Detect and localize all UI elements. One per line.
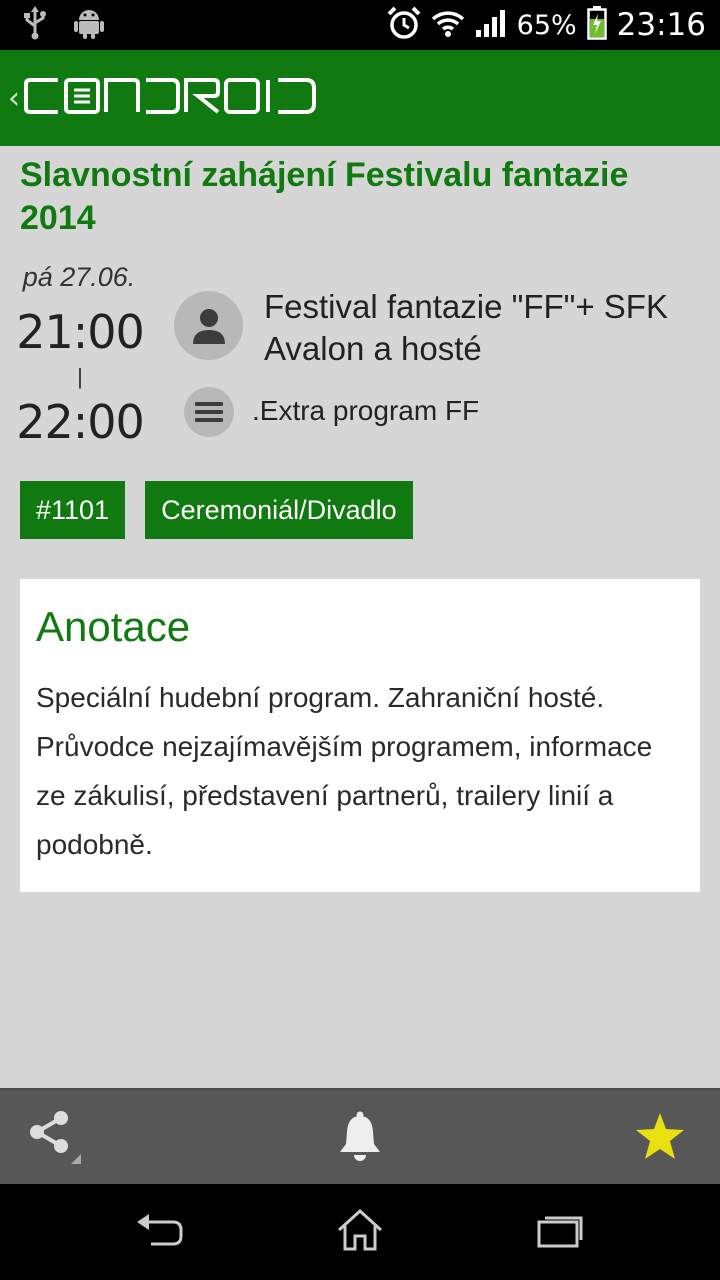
up-caret-icon[interactable]: ‹ — [8, 81, 20, 116]
star-icon — [635, 1112, 685, 1165]
back-icon — [135, 1212, 185, 1253]
signal-icon — [475, 8, 507, 43]
annotation-card: Anotace Speciální hudební program. Zahra… — [20, 579, 700, 892]
tag-id: #1101 — [20, 481, 126, 539]
action-bar[interactable]: ‹ — [0, 50, 720, 146]
recents-button[interactable] — [500, 1184, 620, 1280]
battery-percent: 65% — [516, 9, 577, 41]
annotation-title: Anotace — [36, 603, 191, 650]
battery-charging-icon — [586, 5, 607, 45]
alarm-icon — [387, 6, 421, 45]
clock: 23:16 — [616, 7, 706, 43]
event-tags: #1101 Ceremoniál/Divadlo — [20, 481, 413, 539]
annotation-text: Speciální hudební program. Zahraniční ho… — [36, 682, 653, 860]
event-program: .Extra program FF — [252, 395, 480, 426]
time-separator: | — [77, 364, 83, 389]
list-icon — [184, 387, 234, 437]
wifi-icon — [431, 8, 465, 43]
android-icon — [74, 7, 104, 44]
event-author: Festival fantazie "FF"+ SFK Avalon a hos… — [264, 288, 668, 367]
back-button[interactable] — [100, 1184, 220, 1280]
event-day: pá 27.06. — [22, 262, 136, 292]
event-title: Slavnostní zahájení Festivalu fantazie 2… — [20, 156, 629, 237]
home-button[interactable] — [300, 1184, 420, 1280]
home-icon — [335, 1208, 385, 1257]
reminder-button[interactable] — [305, 1090, 415, 1186]
bottom-action-bar — [0, 1088, 720, 1184]
event-time: pá 27.06. 21:00 | 22:00 — [16, 262, 150, 449]
bell-icon — [336, 1110, 384, 1167]
app-logo[interactable] — [22, 76, 322, 121]
status-bar: 65% 23:16 — [0, 0, 720, 50]
event-time-start: 21:00 — [16, 305, 145, 359]
event-time-end: 22:00 — [16, 395, 145, 449]
event-detail: Slavnostní zahájení Festivalu fantazie 2… — [0, 146, 720, 892]
recents-icon — [535, 1212, 585, 1253]
person-icon — [174, 291, 243, 360]
system-nav-bar — [0, 1184, 720, 1280]
favorite-button[interactable] — [605, 1090, 715, 1186]
tag-category: Ceremoniál/Divadlo — [145, 481, 413, 539]
share-button[interactable] — [0, 1090, 110, 1186]
usb-icon — [22, 5, 48, 45]
share-icon — [23, 1104, 87, 1173]
